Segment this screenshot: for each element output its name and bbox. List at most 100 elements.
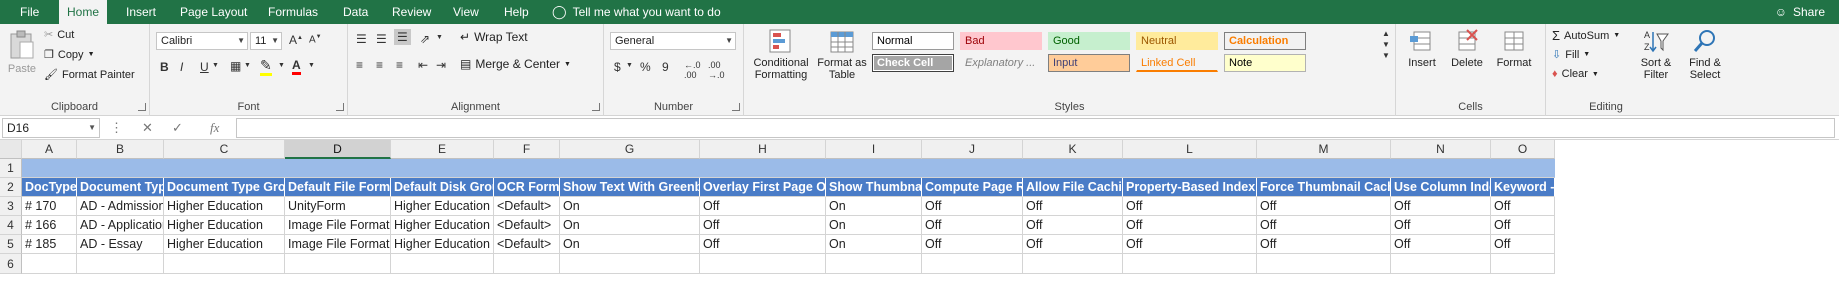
data-cell[interactable]: Off <box>700 235 826 254</box>
data-cell[interactable]: Off <box>1023 216 1123 235</box>
share-button[interactable]: ☺ Share <box>1775 0 1825 24</box>
data-cell[interactable]: Higher Education <box>164 216 285 235</box>
cell-style-input[interactable]: Input <box>1048 54 1130 72</box>
column-header-a[interactable]: A <box>22 140 77 159</box>
currency-button[interactable]: $ <box>614 60 621 74</box>
row-header-4[interactable]: 4 <box>0 216 22 235</box>
data-cell[interactable]: Off <box>1257 197 1391 216</box>
percent-button[interactable]: % <box>640 60 651 74</box>
empty-cell[interactable] <box>1391 254 1491 274</box>
decrease-font-size-icon[interactable]: A▼ <box>309 34 322 45</box>
data-cell[interactable]: On <box>560 197 700 216</box>
column-header-n[interactable]: N <box>1391 140 1491 159</box>
bottom-align-icon[interactable]: ☰ <box>394 29 411 45</box>
column-header-m[interactable]: M <box>1257 140 1391 159</box>
align-center-icon[interactable]: ≡ <box>376 58 383 72</box>
data-cell[interactable]: # 166 <box>22 216 77 235</box>
align-left-icon[interactable]: ≡ <box>356 58 363 72</box>
cell-style-bad[interactable]: Bad <box>960 32 1042 50</box>
row-header-6[interactable]: 6 <box>0 254 22 274</box>
header-cell[interactable]: Keyword - Ba <box>1491 178 1555 197</box>
format-painter-button[interactable]: 🖌 Format Painter <box>44 68 135 82</box>
chevron-down-icon[interactable]: ▼ <box>308 62 315 69</box>
header-cell[interactable]: Default File Format <box>285 178 391 197</box>
cell-style-explanatory[interactable]: Explanatory ... <box>960 54 1042 72</box>
data-cell[interactable]: Off <box>922 235 1023 254</box>
tab-insert[interactable]: Insert <box>126 0 156 24</box>
data-cell[interactable]: Image File Format <box>285 216 391 235</box>
data-cell[interactable]: AD - Admissions <box>77 197 164 216</box>
column-header-l[interactable]: L <box>1123 140 1257 159</box>
data-cell[interactable]: Off <box>700 216 826 235</box>
align-right-icon[interactable]: ≡ <box>396 58 403 72</box>
tell-me-box[interactable]: ◯ Tell me what you want to do <box>552 0 721 24</box>
empty-cell[interactable] <box>922 254 1023 274</box>
data-cell[interactable]: On <box>560 235 700 254</box>
empty-cell[interactable] <box>1023 254 1123 274</box>
column-header-e[interactable]: E <box>391 140 494 159</box>
data-cell[interactable]: On <box>826 216 922 235</box>
data-cell[interactable]: Off <box>1023 197 1123 216</box>
data-cell[interactable]: Off <box>1491 216 1555 235</box>
empty-cell[interactable] <box>285 254 391 274</box>
font-color-icon[interactable]: A <box>292 58 301 75</box>
tab-data[interactable]: Data <box>343 0 368 24</box>
data-cell[interactable]: Off <box>1257 216 1391 235</box>
data-cell[interactable]: Off <box>1123 197 1257 216</box>
column-header-c[interactable]: C <box>164 140 285 159</box>
empty-cell[interactable] <box>77 254 164 274</box>
data-cell[interactable]: Higher Education <box>164 235 285 254</box>
header-cell[interactable]: Property-Based Indexing <box>1123 178 1257 197</box>
cell-style-check-cell[interactable]: Check Cell <box>872 54 954 72</box>
alignment-launcher-icon[interactable] <box>592 103 600 111</box>
cut-button[interactable]: ✂ Cut <box>44 28 74 42</box>
tab-review[interactable]: Review <box>392 0 431 24</box>
column-header-i[interactable]: I <box>826 140 922 159</box>
data-cell[interactable]: <Default> <box>494 216 560 235</box>
conditional-formatting-button[interactable]: Conditional Formatting <box>748 28 814 81</box>
cell-style-note[interactable]: Note <box>1224 54 1306 72</box>
underline-button[interactable]: U <box>200 60 209 74</box>
data-cell[interactable]: Off <box>1491 235 1555 254</box>
increase-font-size-icon[interactable]: A▲ <box>289 33 303 47</box>
empty-cell[interactable] <box>494 254 560 274</box>
tab-view[interactable]: View <box>453 0 479 24</box>
orientation-icon[interactable]: ⇗ <box>420 32 430 46</box>
row-header-2[interactable]: 2 <box>0 178 22 197</box>
number-launcher-icon[interactable] <box>732 103 740 111</box>
cell-style-good[interactable]: Good <box>1048 32 1130 50</box>
decrease-indent-icon[interactable]: ⇤ <box>418 58 428 72</box>
header-cell[interactable]: Use Column Index <box>1391 178 1491 197</box>
data-cell[interactable]: # 185 <box>22 235 77 254</box>
header-cell[interactable]: Force Thumbnail Caching <box>1257 178 1391 197</box>
paste-button[interactable]: Paste <box>6 30 38 75</box>
italic-button[interactable]: I <box>180 60 183 74</box>
data-cell[interactable]: On <box>826 197 922 216</box>
tab-help[interactable]: Help <box>504 0 529 24</box>
insert-function-button[interactable]: fx <box>210 120 219 136</box>
data-cell[interactable]: Higher Education <box>164 197 285 216</box>
tab-page-layout[interactable]: Page Layout <box>180 0 247 24</box>
data-cell[interactable]: Higher Education <box>391 235 494 254</box>
borders-icon[interactable]: ▦ <box>230 59 241 73</box>
row-header-5[interactable]: 5 <box>0 235 22 254</box>
header-cell[interactable]: Document Type <box>77 178 164 197</box>
column-header-k[interactable]: K <box>1023 140 1123 159</box>
column-header-d[interactable]: D <box>285 140 391 159</box>
data-cell[interactable]: UnityForm <box>285 197 391 216</box>
wrap-text-button[interactable]: ↵ Wrap Text <box>460 30 528 44</box>
empty-cell[interactable] <box>1491 254 1555 274</box>
data-cell[interactable]: AD - Application <box>77 216 164 235</box>
header-cell[interactable]: Allow File Caching <box>1023 178 1123 197</box>
column-header-g[interactable]: G <box>560 140 700 159</box>
gallery-scroll-icon[interactable]: ▲ ▼ ▼ <box>1382 28 1390 61</box>
empty-cell[interactable] <box>560 254 700 274</box>
clipboard-launcher-icon[interactable] <box>138 103 146 111</box>
header-cell[interactable]: Compute Page Ref <box>922 178 1023 197</box>
tab-formulas[interactable]: Formulas <box>268 0 318 24</box>
column-header-f[interactable]: F <box>494 140 560 159</box>
data-cell[interactable]: Off <box>1023 235 1123 254</box>
row-1-band[interactable] <box>22 159 1555 178</box>
cancel-icon[interactable]: ✕ <box>142 120 153 136</box>
middle-align-icon[interactable]: ☰ <box>376 32 387 46</box>
